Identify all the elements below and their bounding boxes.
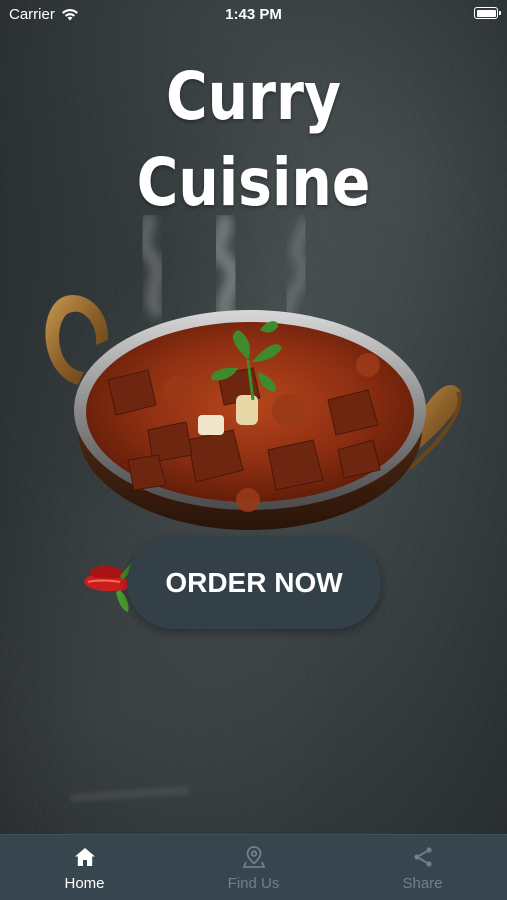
tab-bar: Home Find Us Share (0, 834, 507, 900)
share-icon (413, 847, 432, 867)
location-pin-icon (242, 846, 265, 868)
home-icon (74, 848, 95, 866)
app-screen: Carrier 1:43 PM Curry Cuisine ORDER NOW … (0, 0, 507, 900)
title-line-1: Curry (165, 58, 342, 135)
app-title: Curry Cuisine (35, 54, 471, 226)
tab-share[interactable]: Share (338, 835, 507, 900)
battery-icon (474, 7, 501, 19)
tab-find-us[interactable]: Find Us (169, 835, 338, 900)
tab-label-find-us: Find Us (227, 875, 280, 892)
order-now-button[interactable]: ORDER NOW (127, 537, 381, 629)
tab-home[interactable]: Home (0, 835, 169, 900)
tab-label-share: Share (402, 875, 443, 892)
title-line-2: Cuisine (136, 144, 371, 221)
clock: 1:43 PM (225, 6, 282, 23)
status-bar: Carrier 1:43 PM (0, 0, 507, 28)
tab-label-home: Home (64, 875, 105, 892)
curry-dish-image (45, 294, 462, 530)
